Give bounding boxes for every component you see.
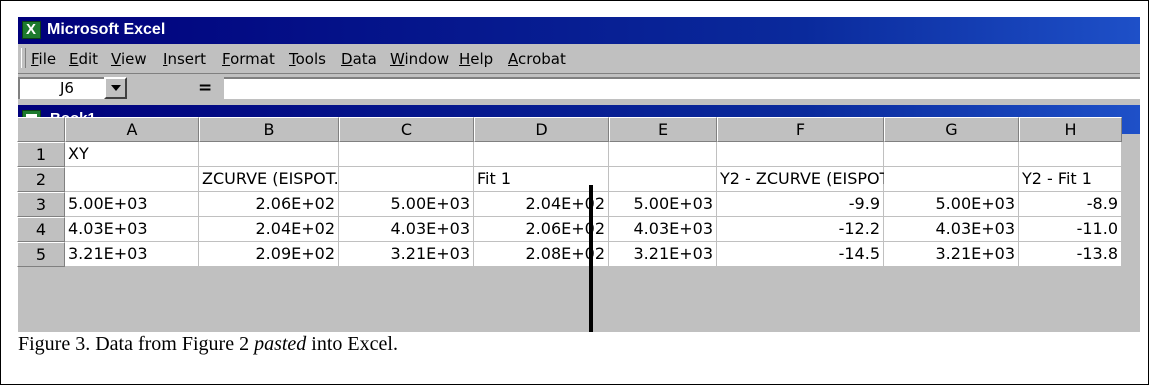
name-box-dropdown-button[interactable] [104,77,127,99]
cell-g2[interactable] [884,167,1019,192]
row-header-4[interactable]: 4 [17,217,65,242]
cell-g1[interactable] [884,142,1019,167]
column-header-g[interactable]: G [884,117,1019,142]
menu-file[interactable]: File [31,50,56,68]
cell-b2[interactable]: ZCURVE (EISPOT.DTA) [199,167,377,192]
cell-e4[interactable]: 4.03E+03 [609,217,717,242]
figure-caption: Figure 3. Data from Figure 2 pasted into… [18,333,1138,363]
column-header-d[interactable]: D [474,117,609,142]
cell-e3[interactable]: 5.00E+03 [609,192,717,217]
app-title-bar: Microsoft Excel [18,17,1140,44]
column-header-c[interactable]: C [339,117,474,142]
caption-prefix: Figure 3. Data from Figure 2 [18,333,255,355]
cell-f3[interactable]: -9.9 [717,192,884,217]
caption-suffix: into Excel. [306,333,398,355]
row-header-1[interactable]: 1 [17,142,65,167]
cell-c2[interactable] [339,167,474,192]
select-all-corner[interactable] [17,117,65,142]
cell-g3[interactable]: 5.00E+03 [884,192,1019,217]
cell-a1[interactable]: XY [65,142,199,167]
cell-h4[interactable]: -11.0 [1019,217,1122,242]
app-title: Microsoft Excel [47,21,166,38]
cell-h3[interactable]: -8.9 [1019,192,1122,217]
menu-data[interactable]: Data [341,50,377,68]
cell-a5[interactable]: 3.21E+03 [65,242,199,267]
cell-b3[interactable]: 2.06E+02 [199,192,339,217]
cell-f4[interactable]: -12.2 [717,217,884,242]
cell-a4[interactable]: 4.03E+03 [65,217,199,242]
cell-f2[interactable]: Y2 - ZCURVE (EISPOT.DTA) [717,167,931,192]
row-header-5[interactable]: 5 [17,242,65,267]
cell-f1[interactable] [717,142,884,167]
cell-h2[interactable]: Y2 - Fit 1 [1019,167,1122,192]
menu-tools[interactable]: Tools [289,50,326,68]
cell-h1[interactable] [1019,142,1122,167]
cell-d1[interactable] [474,142,609,167]
row-header-3[interactable]: 3 [17,192,65,217]
menu-window[interactable]: Window [390,50,449,68]
cell-f5[interactable]: -14.5 [717,242,884,267]
menu-format[interactable]: Format [222,50,275,68]
formula-bar: J6 = [18,74,1140,103]
column-header-e[interactable]: E [609,117,717,142]
formula-input[interactable] [224,77,1140,99]
column-header-b[interactable]: B [199,117,339,142]
column-header-h[interactable]: H [1019,117,1122,142]
cell-c5[interactable]: 3.21E+03 [339,242,474,267]
cell-h5[interactable]: -13.8 [1019,242,1122,267]
cell-e2[interactable] [609,167,717,192]
menu-help[interactable]: Help [459,50,493,68]
cell-g5[interactable]: 3.21E+03 [884,242,1019,267]
cell-c3[interactable]: 5.00E+03 [339,192,474,217]
cell-a3[interactable]: 5.00E+03 [65,192,199,217]
column-header-f[interactable]: F [717,117,884,142]
cell-e1[interactable] [609,142,717,167]
cell-c1[interactable] [339,142,474,167]
cell-a2[interactable] [65,167,199,192]
cell-c4[interactable]: 4.03E+03 [339,217,474,242]
cell-b4[interactable]: 2.04E+02 [199,217,339,242]
row-header-2[interactable]: 2 [17,167,65,192]
excel-app-icon [22,21,41,39]
equals-icon[interactable]: = [198,78,212,98]
cell-b5[interactable]: 2.09E+02 [199,242,339,267]
caption-emphasis: pasted [254,333,307,355]
menu-insert[interactable]: Insert [163,50,206,68]
menubar-grip-handle[interactable] [21,48,26,68]
column-divider-line [589,185,593,332]
column-header-a[interactable]: A [65,117,199,142]
menu-edit[interactable]: Edit [69,50,98,68]
cell-b1[interactable] [199,142,339,167]
menu-acrobat[interactable]: Acrobat [508,50,566,68]
cell-g4[interactable]: 4.03E+03 [884,217,1019,242]
name-box[interactable]: J6 [18,77,105,99]
menu-view[interactable]: View [111,50,147,68]
menu-bar: File Edit View Insert Format Tools Data … [18,44,1140,74]
cell-e5[interactable]: 3.21E+03 [609,242,717,267]
